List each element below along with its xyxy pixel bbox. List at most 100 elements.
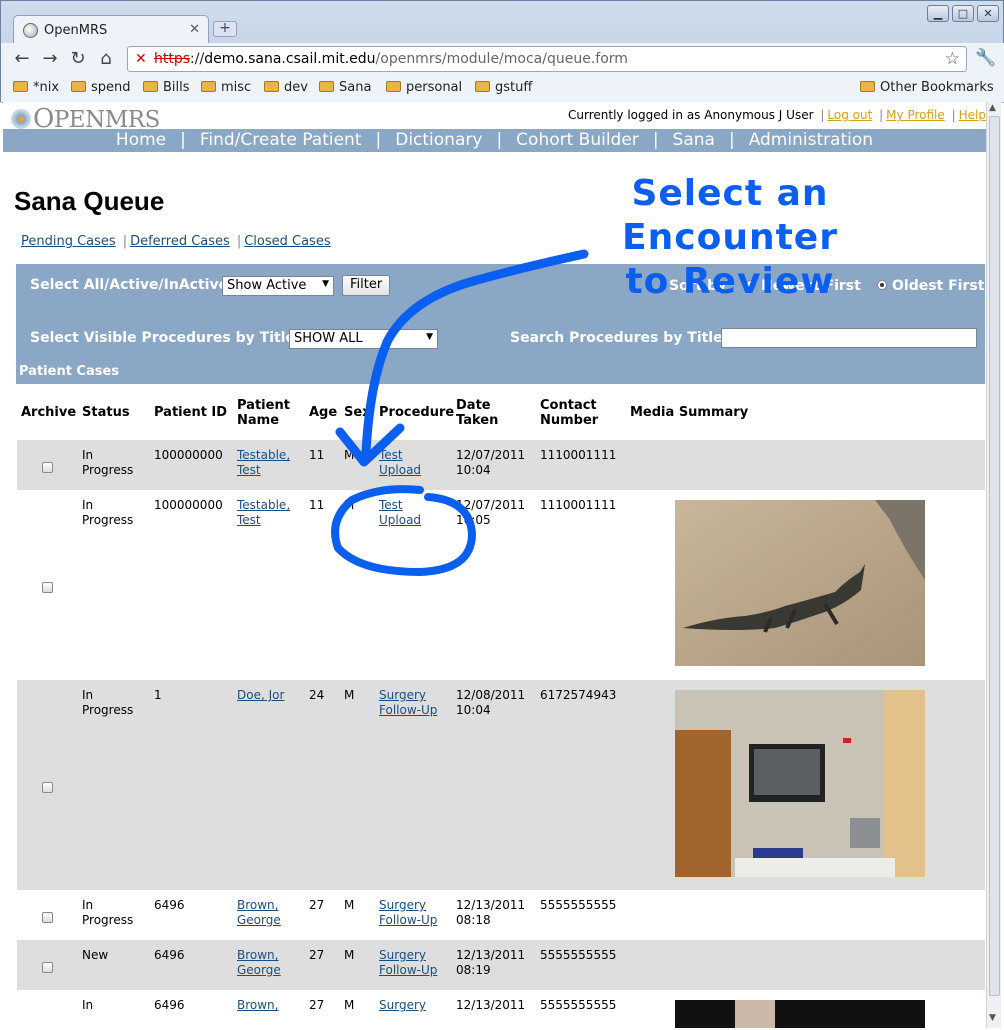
table-row[interactable]: In Progress 6496 Brown, George 27 M Surg… bbox=[17, 890, 985, 940]
menu-home[interactable]: Home bbox=[116, 130, 166, 150]
page-title: Sana Queue bbox=[14, 186, 165, 216]
table-row[interactable]: In 6496 Brown, 27 M Surgery 12/13/2011 5… bbox=[17, 990, 985, 1028]
maximize-button[interactable]: □ bbox=[952, 5, 974, 22]
procedure-link[interactable]: Surgery Follow-Up bbox=[379, 948, 437, 977]
procedures-select[interactable]: SHOW ALL ▼ bbox=[289, 329, 438, 349]
bookmark-star-icon[interactable]: ☆ bbox=[945, 49, 960, 69]
sex-cell: M bbox=[340, 440, 375, 490]
close-tab-icon[interactable]: ✕ bbox=[189, 22, 200, 37]
menu-administration[interactable]: Administration bbox=[749, 130, 873, 150]
tab-title: OpenMRS bbox=[44, 23, 108, 38]
procedure-link[interactable]: Surgery Follow-Up bbox=[379, 898, 437, 927]
radio-selected-icon bbox=[877, 280, 887, 290]
bookmark-item[interactable]: Bills bbox=[143, 80, 190, 95]
media-cell bbox=[626, 890, 985, 940]
patient-name-link[interactable]: Brown, George bbox=[237, 898, 281, 927]
my-profile-link[interactable]: My Profile bbox=[886, 108, 945, 122]
date-cell: 12/13/2011 08:18 bbox=[456, 898, 526, 927]
media-cell bbox=[626, 490, 985, 680]
sort-oldest-radio[interactable]: Oldest First bbox=[877, 278, 984, 294]
address-bar[interactable]: ✕ https://demo.sana.csail.mit.edu/openmr… bbox=[127, 46, 967, 72]
other-bookmarks[interactable]: Other Bookmarks bbox=[860, 80, 994, 95]
status-cell: In Progress bbox=[78, 440, 150, 490]
help-link[interactable]: Help bbox=[959, 108, 986, 122]
iguana-photo[interactable] bbox=[675, 500, 925, 666]
menu-find-create-patient[interactable]: Find/Create Patient bbox=[200, 130, 362, 150]
archive-checkbox[interactable] bbox=[42, 781, 53, 793]
procedure-link[interactable]: Test Upload bbox=[379, 498, 421, 527]
header-contact-number: Contact Number bbox=[540, 397, 599, 428]
home-icon[interactable]: ⌂ bbox=[95, 48, 117, 70]
dropdown-arrow-icon: ▼ bbox=[426, 332, 433, 342]
closed-cases-link[interactable]: Closed Cases bbox=[244, 234, 330, 249]
bookmark-item[interactable]: Sana bbox=[319, 80, 371, 95]
scroll-up-icon[interactable]: ▲ bbox=[989, 103, 996, 113]
filter-button[interactable]: Filter bbox=[342, 275, 391, 296]
table-row[interactable]: New 6496 Brown, George 27 M Surgery Foll… bbox=[17, 940, 985, 990]
insecure-lock-icon: ✕ bbox=[135, 51, 147, 67]
folder-icon bbox=[319, 81, 334, 92]
contact-cell: 5555555555 bbox=[540, 898, 617, 912]
procedure-link[interactable]: Surgery bbox=[379, 998, 426, 1012]
folder-icon bbox=[475, 81, 490, 92]
logout-link[interactable]: Log out bbox=[827, 108, 872, 122]
media-cell bbox=[626, 940, 985, 990]
archive-checkbox[interactable] bbox=[42, 911, 53, 923]
wrench-icon[interactable]: 🔧 bbox=[975, 48, 996, 68]
age-cell: 27 bbox=[309, 898, 325, 912]
table-row[interactable]: In Progress 100000000 Testable, Test 11 … bbox=[17, 490, 985, 680]
bookmark-item[interactable]: misc bbox=[201, 80, 251, 95]
minimize-button[interactable]: ▁ bbox=[927, 5, 949, 22]
patient-name-link[interactable]: Testable, Test bbox=[237, 448, 290, 477]
search-procedures-input[interactable] bbox=[721, 328, 977, 348]
radio-icon bbox=[746, 280, 756, 290]
procedure-link[interactable]: Surgery Follow-Up bbox=[379, 688, 437, 717]
status-cell: In Progress bbox=[78, 680, 150, 890]
vertical-scrollbar[interactable]: ▲ ▼ bbox=[986, 102, 1001, 1028]
room-photo[interactable] bbox=[675, 690, 925, 877]
main-menu: Home | Find/Create Patient | Dictionary | Coho… bbox=[3, 129, 986, 152]
table-row[interactable]: In Progress 1 Doe, Jor 24 M Surgery Foll… bbox=[17, 680, 985, 890]
contact-cell: 5555555555 bbox=[536, 940, 626, 990]
deferred-cases-link[interactable]: Deferred Cases bbox=[130, 234, 230, 249]
bookmark-item[interactable]: personal bbox=[386, 80, 462, 95]
table-row[interactable]: In Progress 100000000 Testable, Test 11 … bbox=[17, 440, 985, 490]
menu-sana[interactable]: Sana bbox=[673, 130, 715, 150]
sort-newest-radio[interactable]: Newest First bbox=[746, 278, 861, 294]
dark-photo[interactable] bbox=[675, 1000, 925, 1028]
scrollbar-thumb[interactable] bbox=[989, 116, 1000, 996]
patient-name-link[interactable]: Testable, Test bbox=[237, 498, 290, 527]
show-active-select[interactable]: Show Active ▼ bbox=[222, 276, 334, 296]
new-tab-button[interactable]: + bbox=[213, 21, 237, 37]
bookmark-item[interactable]: *nix bbox=[13, 80, 59, 95]
patient-name-link[interactable]: Brown, bbox=[237, 998, 278, 1012]
pending-cases-link[interactable]: Pending Cases bbox=[21, 234, 116, 249]
age-cell: 11 bbox=[309, 498, 325, 512]
browser-tab[interactable]: OpenMRS ✕ bbox=[13, 15, 209, 45]
menu-cohort-builder[interactable]: Cohort Builder bbox=[516, 130, 639, 150]
date-cell: 12/13/2011 bbox=[456, 998, 526, 1012]
cases-table: Archive Status Patient ID Patient Name A… bbox=[17, 385, 985, 1028]
back-arrow-icon[interactable]: ← bbox=[11, 48, 33, 70]
scroll-down-icon[interactable]: ▼ bbox=[989, 1013, 996, 1023]
header-status: Status bbox=[82, 405, 130, 420]
patient-name-link[interactable]: Doe, Jor bbox=[237, 688, 284, 702]
patient-id-cell: 100000000 bbox=[154, 498, 223, 512]
archive-checkbox[interactable] bbox=[42, 461, 53, 473]
menu-dictionary[interactable]: Dictionary bbox=[395, 130, 482, 150]
bookmark-item[interactable]: spend bbox=[71, 80, 131, 95]
date-cell: 12/07/2011 10:04 bbox=[452, 440, 536, 490]
bookmark-item[interactable]: gstuff bbox=[475, 80, 532, 95]
page-content: OPENMRS Currently logged in as Anonymous… bbox=[3, 102, 986, 1028]
bookmarks-bar: *nix spend Bills misc dev Sana personal … bbox=[1, 75, 1004, 103]
reload-icon[interactable]: ↻ bbox=[67, 48, 89, 70]
close-window-button[interactable]: ✕ bbox=[977, 5, 999, 22]
archive-checkbox[interactable] bbox=[42, 581, 53, 593]
forward-arrow-icon[interactable]: → bbox=[39, 48, 61, 70]
procedure-link[interactable]: Test Upload bbox=[379, 448, 421, 477]
bookmark-item[interactable]: dev bbox=[264, 80, 308, 95]
patient-name-link[interactable]: Brown, George bbox=[237, 948, 281, 977]
archive-checkbox[interactable] bbox=[42, 961, 53, 973]
procedures-label: Select Visible Procedures by Title bbox=[30, 330, 295, 346]
status-cell: In Progress bbox=[82, 898, 134, 927]
